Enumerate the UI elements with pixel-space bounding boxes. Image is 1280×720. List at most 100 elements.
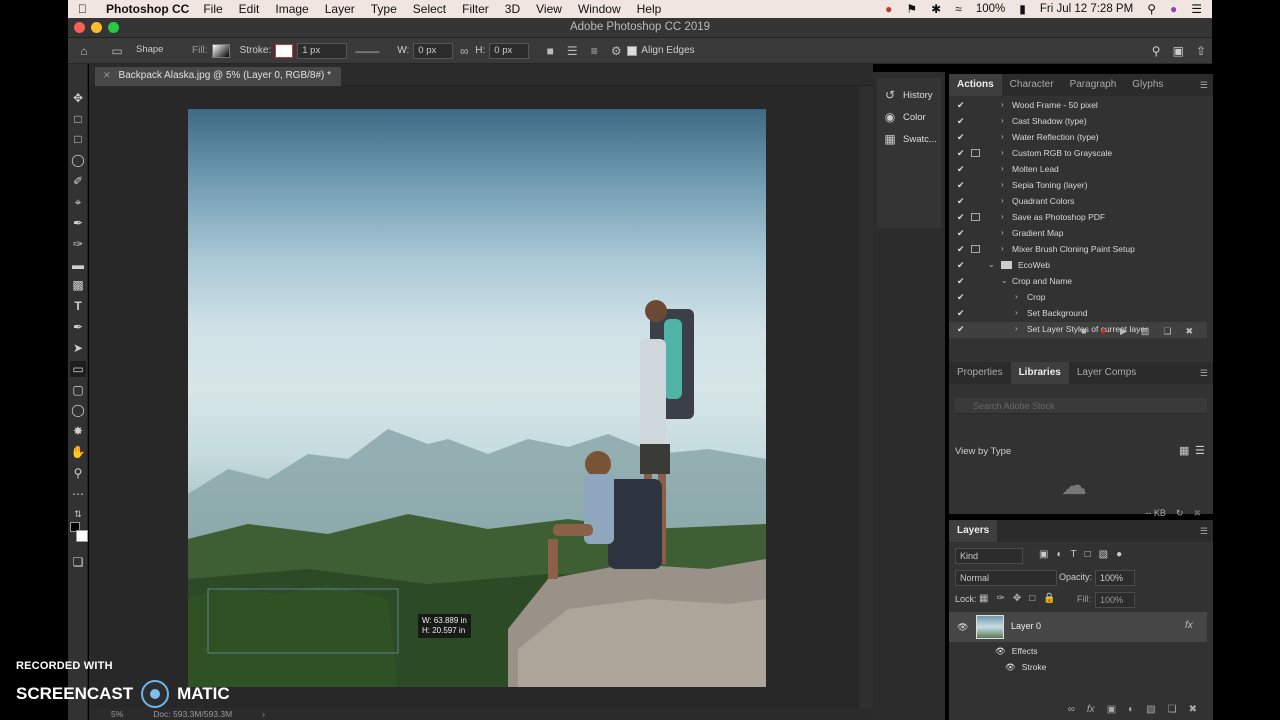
more-tools-icon[interactable]: ⋯ [70,486,86,502]
panel-swatches-button[interactable]: ▦ Swatc... [883,132,936,146]
layer-effect-stroke-row[interactable]: 👁 Stroke [1005,662,1046,673]
ellipse-tool-icon[interactable]: ◯ [70,402,86,418]
expand-chevron-icon[interactable]: › [1001,148,1004,157]
menu-3d[interactable]: 3D [505,2,520,16]
adjustment-layer-icon[interactable]: ◐ [1128,704,1134,720]
menu-filter[interactable]: Filter [462,2,489,16]
lock-image-icon[interactable]: ✑ [996,593,1004,604]
bluetooth-icon[interactable]: ✱ [931,2,941,16]
check-icon[interactable]: ✔ [957,148,965,159]
dialog-toggle-icon[interactable] [971,213,980,221]
fill-swatch[interactable] [211,43,230,58]
notification-center-icon[interactable]: ☰ [1191,2,1202,16]
stroke-width-input[interactable]: 1 px [297,42,348,59]
action-row[interactable]: ✔ › Mixer Brush Cloning Paint Setup [949,242,1207,258]
blend-mode-select[interactable]: Normal [955,570,1057,586]
expand-chevron-icon[interactable]: › [1015,308,1018,317]
menu-select[interactable]: Select [413,2,446,16]
layer-thumbnail[interactable] [976,615,1004,639]
action-row[interactable]: ✔ › Cast Shadow (type) [949,114,1207,130]
record-icon[interactable]: ● [1101,326,1106,336]
zoom-tool-icon[interactable]: ⚲ [70,465,86,481]
check-icon[interactable]: ✔ [957,260,965,271]
link-icon[interactable]: ∞ [456,44,472,58]
expand-chevron-icon[interactable]: › [1001,164,1004,173]
panel-menu-icon[interactable]: ☰ [1200,80,1208,91]
menu-layer[interactable]: Layer [325,2,355,16]
canvas-vertical-scrollbar[interactable] [859,86,873,708]
document-tab[interactable]: ✕ Backpack Alaska.jpg @ 5% (Layer 0, RGB… [95,67,342,86]
lock-position-icon[interactable]: ✥ [1013,593,1021,604]
expand-chevron-icon[interactable]: › [1001,116,1004,125]
check-icon[interactable]: ✔ [957,164,965,175]
grid-view-icon[interactable]: ▦ [1179,444,1189,457]
action-row[interactable]: ✔ › Wood Frame - 50 pixel [949,98,1207,114]
expand-chevron-icon[interactable]: › [1001,244,1004,253]
action-row[interactable]: ✔ › Quadrant Colors [949,194,1207,210]
new-layer-icon[interactable]: ❏ [1168,704,1177,720]
zoom-level[interactable]: 5% [111,709,123,719]
pen-tool-icon[interactable]: ✒ [70,319,86,335]
action-step-row[interactable]: ✔ › Set Background [949,306,1207,322]
expand-chevron-icon[interactable]: › [1001,196,1004,205]
path-operations-icon[interactable]: ■ [542,44,558,58]
check-icon[interactable]: ✔ [957,180,965,191]
swap-colors-icon[interactable]: ⇅ [70,506,86,522]
brush-tool-icon[interactable]: ✑ [70,236,86,252]
close-tab-icon[interactable]: ✕ [103,70,111,86]
layer-filter-kind-select[interactable]: Kind [955,548,1023,564]
width-input[interactable]: 0 px [413,42,454,59]
stroke-swatch[interactable] [275,43,294,58]
home-icon[interactable]: ⌂ [76,44,92,58]
menu-edit[interactable]: Edit [239,2,260,16]
panel-menu-icon[interactable]: ☰ [1200,368,1208,379]
opacity-input[interactable]: 100% [1095,570,1135,586]
tab-paragraph[interactable]: Paragraph [1062,74,1125,96]
battery-icon[interactable]: ▮ [1019,2,1026,16]
add-mask-icon[interactable]: ▣ [1107,704,1116,720]
expand-chevron-icon[interactable]: › [1015,292,1018,301]
sync-icon[interactable]: ↻ [1176,508,1184,519]
filter-smart-object-icon[interactable]: ▧ [1099,549,1108,560]
menu-type[interactable]: Type [371,2,397,16]
tab-layers[interactable]: Layers [949,520,998,542]
check-icon[interactable]: ✔ [957,228,965,239]
link-layers-icon[interactable]: ∞ [1068,704,1075,720]
move-tool-icon[interactable]: ✥ [70,90,86,106]
stop-icon[interactable]: ■ [1081,326,1086,336]
menu-help[interactable]: Help [637,2,662,16]
panel-color-button[interactable]: ◉ Color [883,110,926,124]
check-icon[interactable]: ✔ [957,196,965,207]
new-group-folder-icon[interactable]: ▧ [1146,704,1155,720]
quick-selection-tool-icon[interactable]: ✐ [70,173,86,189]
eraser-tool-icon[interactable]: ▬ [70,257,86,273]
type-tool-icon[interactable]: T [70,298,86,314]
view-by-type-select[interactable]: View by Type [955,446,1011,457]
layer-fx-icon[interactable]: fx [1185,620,1193,631]
filter-type-icon[interactable]: T [1071,549,1077,560]
wifi-icon[interactable]: ≈ [955,2,962,16]
document-size[interactable]: Doc: 593.3M/593.3M [153,709,232,719]
rectangle-tool-preset-icon[interactable]: ▭ [109,44,125,58]
path-alignment-icon[interactable]: ☰ [564,44,580,58]
tab-actions[interactable]: Actions [949,74,1002,96]
layer-name[interactable]: Layer 0 [1011,621,1041,631]
collapse-chevron-icon[interactable]: ⌄ [1001,276,1008,285]
path-selection-tool-icon[interactable]: ➤ [70,340,86,356]
visibility-eye-icon[interactable]: 👁 [957,622,968,633]
dialog-toggle-icon[interactable] [971,149,980,157]
flag-icon[interactable]: ⚑ [906,2,917,16]
tab-glyphs[interactable]: Glyphs [1124,74,1171,96]
fill-input[interactable]: 100% [1095,592,1135,608]
menu-app-name[interactable]: Photoshop CC [106,2,189,16]
tab-properties[interactable]: Properties [949,362,1011,384]
dialog-toggle-icon[interactable] [971,245,980,253]
shape-mode-select[interactable]: Shape [132,43,182,59]
lock-all-icon[interactable]: 🔒 [1043,593,1055,604]
panel-menu-icon[interactable]: ☰ [1200,526,1208,537]
workspace-icon[interactable]: ▣ [1173,44,1184,58]
new-action-icon[interactable]: ❏ [1163,326,1171,337]
filter-toggle-icon[interactable]: ● [1116,549,1122,560]
filter-adjustment-icon[interactable]: ◐ [1056,549,1062,560]
tab-libraries[interactable]: Libraries [1010,362,1069,384]
